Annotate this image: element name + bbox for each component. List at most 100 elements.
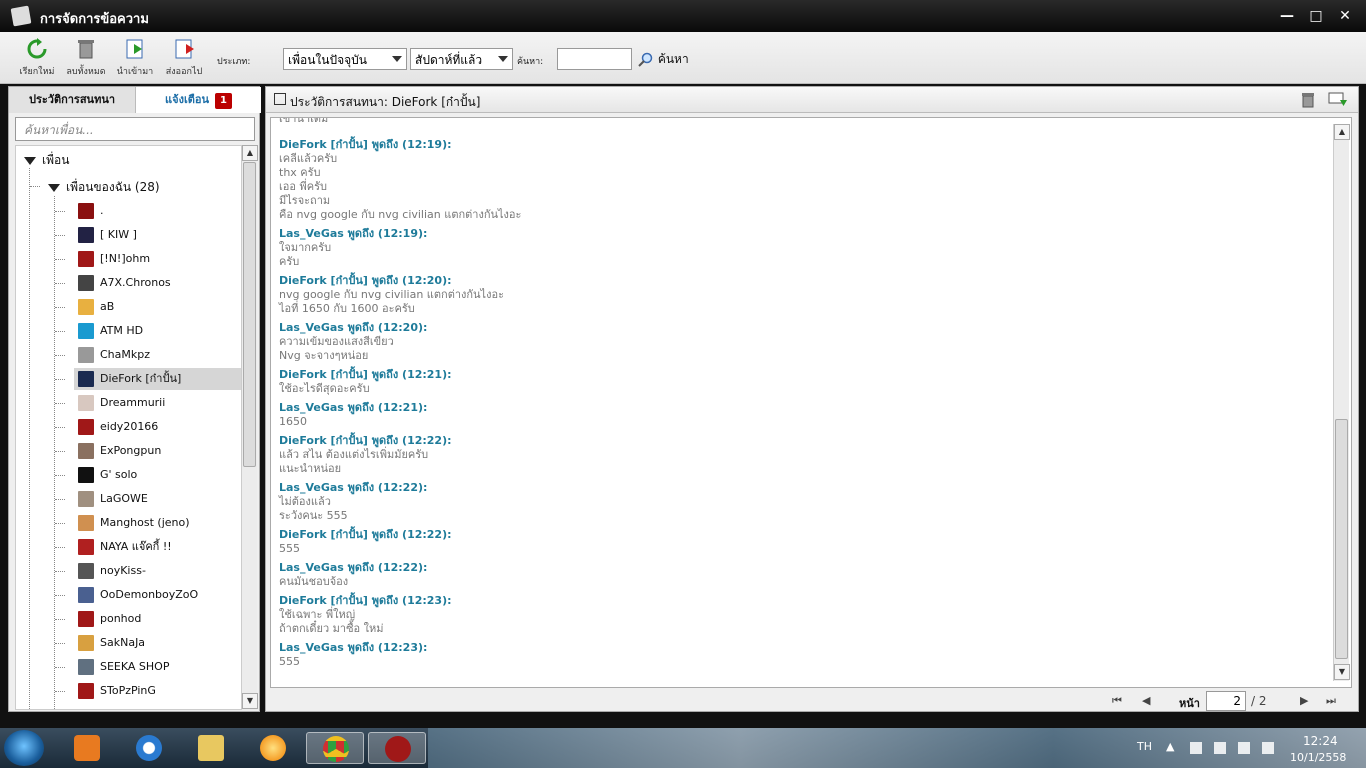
friend-name: G' solo (100, 468, 138, 481)
taskbar-media-player[interactable] (58, 732, 116, 764)
friend-item[interactable]: eidy20166 (74, 416, 242, 438)
scroll-thumb[interactable] (243, 162, 256, 467)
message-sender-time: DieFork [ก๋าปั้น] พูดถึง (12:22): (279, 528, 452, 541)
tree-guide-line (55, 355, 65, 356)
tab-history[interactable]: ประวัติการสนทนา (9, 87, 136, 113)
tree-group-my-friends[interactable]: เพื่อนของฉัน (28) (48, 178, 160, 197)
search-button[interactable]: ค้นหา (638, 50, 689, 69)
chevron-down-icon (498, 56, 508, 62)
friend-item[interactable]: . (74, 200, 242, 222)
clock-time[interactable]: 12:24 (1303, 734, 1338, 748)
scroll-down-arrow[interactable]: ▼ (242, 693, 258, 709)
friend-list-scrollbar[interactable]: ▲ ▼ (241, 145, 258, 710)
friend-name: ExPongpun (100, 444, 162, 457)
message-line: ไอที่ 1650 กับ 1600 อะครับ (279, 302, 415, 315)
tree-guide-line (55, 451, 65, 452)
tree-root-label: เพื่อน (42, 153, 70, 167)
tab-notifications[interactable]: แจ้งเตือน 1 (136, 87, 261, 113)
taskbar-chrome[interactable] (306, 732, 364, 764)
type-select[interactable]: เพื่อนในปัจจุบัน (283, 48, 407, 70)
maximize-button[interactable]: □ (1305, 6, 1327, 26)
friend-item[interactable]: [!N!]ohm (74, 248, 242, 270)
friend-item[interactable]: aB (74, 296, 242, 318)
scroll-thumb[interactable] (1335, 419, 1348, 659)
taskbar-internet-explorer[interactable] (120, 732, 178, 764)
message-line: 1650 (279, 415, 307, 428)
chat-message: DieFork [ก๋าปั้น] พูดถึง (12:19): เคลีแล้… (279, 138, 521, 222)
friend-search-input[interactable]: ค้นหาเพื่อน... (15, 117, 255, 141)
page-number-input[interactable]: 2 (1206, 691, 1246, 711)
avatar (78, 491, 94, 507)
tree-guide-line (55, 235, 65, 236)
period-select[interactable]: สัปดาห์ที่แล้ว (410, 48, 513, 70)
refresh-button[interactable]: เรียกใหม่ (12, 38, 62, 78)
message-line: ถ้าตกเดี๋ยว มาซื้อ ใหม่ (279, 622, 384, 635)
tray-expand-icon[interactable]: ▲ (1166, 740, 1174, 753)
import-icon (126, 39, 143, 59)
start-button[interactable] (4, 730, 44, 766)
message-line: เออ พี่ครับ (279, 180, 327, 193)
tree-guide-line (55, 595, 65, 596)
device-icon[interactable] (1214, 742, 1226, 754)
friend-item[interactable]: LaGOWE (74, 488, 242, 510)
save-chat-icon[interactable] (1328, 92, 1348, 108)
message-line: แล้ว สไน ต้องแต่งไรเพิ่มมัยครับ (279, 448, 429, 461)
tree-guide-line (55, 283, 65, 284)
scroll-up-arrow[interactable]: ▲ (242, 145, 258, 161)
friend-item[interactable]: noyKiss- (74, 560, 242, 582)
search-input[interactable] (557, 48, 632, 70)
friend-item[interactable]: SakNaJa (74, 632, 242, 654)
chat-scrollbar[interactable]: ▲ ▼ (1333, 124, 1350, 681)
message-line: ใช้เฉพาะ พี่ใหญ่ (279, 608, 356, 621)
message-line: ความเข้มของแสงสีเขียว (279, 335, 394, 348)
clock-date[interactable]: 10/1/2558 (1290, 751, 1346, 764)
taskbar-game-client[interactable] (368, 732, 426, 764)
tree-guide-line (55, 475, 65, 476)
tree-guide-line (55, 523, 65, 524)
friend-item[interactable]: A7X.Chronos (74, 272, 242, 294)
friend-name: noyKiss- (100, 564, 146, 577)
language-indicator[interactable]: TH (1137, 740, 1152, 753)
partial-message-line: เข้าน่าเดิม (279, 117, 329, 125)
message-line: Nvg จะจางๆหน่อย (279, 349, 369, 362)
scroll-down-arrow[interactable]: ▼ (1334, 664, 1350, 680)
scroll-up-arrow[interactable]: ▲ (1334, 124, 1350, 140)
avatar (78, 443, 94, 459)
friend-item[interactable]: G' solo (74, 464, 242, 486)
taskbar-chat-app[interactable] (244, 732, 302, 764)
tree-root-friends[interactable]: เพื่อน (24, 151, 69, 170)
taskbar-explorer[interactable] (182, 732, 240, 764)
friend-item[interactable]: ExPongpun (74, 440, 242, 462)
friend-item[interactable]: SEEKA SHOP (74, 656, 242, 678)
friend-item[interactable]: [ KIW ] (74, 224, 242, 246)
tree-guide-line (55, 379, 65, 380)
chat-message: DieFork [ก๋าปั้น] พูดถึง (12:21): ใช้อะไร… (279, 368, 452, 396)
import-button[interactable]: นำเข้ามา (110, 38, 160, 78)
next-page-button[interactable]: ▶ (1300, 694, 1308, 707)
close-button[interactable]: ✕ (1334, 6, 1356, 26)
friend-item[interactable]: Manghost (jeno) (74, 512, 242, 534)
trash-icon[interactable] (1300, 92, 1316, 108)
minimize-button[interactable]: — (1276, 6, 1298, 26)
friend-item[interactable]: DieFork [ก๋าปั้น] (74, 368, 242, 390)
export-button[interactable]: ส่งออกไป (159, 38, 209, 78)
search-button-label: ค้นหา (657, 52, 689, 66)
network-icon[interactable] (1238, 742, 1250, 754)
flag-icon[interactable] (1190, 742, 1202, 754)
friend-item[interactable]: NAYA แจ๊คกี้ !! (74, 536, 242, 558)
delete-all-button[interactable]: ลบทั้งหมด (61, 38, 111, 78)
message-line: ใช้อะไรดีสุดอะครับ (279, 382, 370, 395)
message-sender-time: DieFork [ก๋าปั้น] พูดถึง (12:20): (279, 274, 452, 287)
friend-item[interactable]: SToPzPinG (74, 680, 242, 702)
friend-item[interactable]: OoDemonboyZoO (74, 584, 242, 606)
friend-tree: เพื่อน เพื่อนของฉัน (28) . [ KIW ] [!N!]oh… (15, 145, 243, 710)
volume-icon[interactable] (1262, 742, 1274, 754)
friend-item[interactable]: ChaMkpz (74, 344, 242, 366)
friend-item[interactable]: ATM HD (74, 320, 242, 342)
last-page-button[interactable]: ⏭ (1326, 694, 1336, 708)
friend-item[interactable]: ponhod (74, 608, 242, 630)
friend-item[interactable]: Dreammurii (74, 392, 242, 414)
first-page-button[interactable]: ⏮ (1112, 694, 1122, 708)
prev-page-button[interactable]: ◀ (1142, 694, 1150, 707)
chat-app-icon (260, 735, 286, 761)
